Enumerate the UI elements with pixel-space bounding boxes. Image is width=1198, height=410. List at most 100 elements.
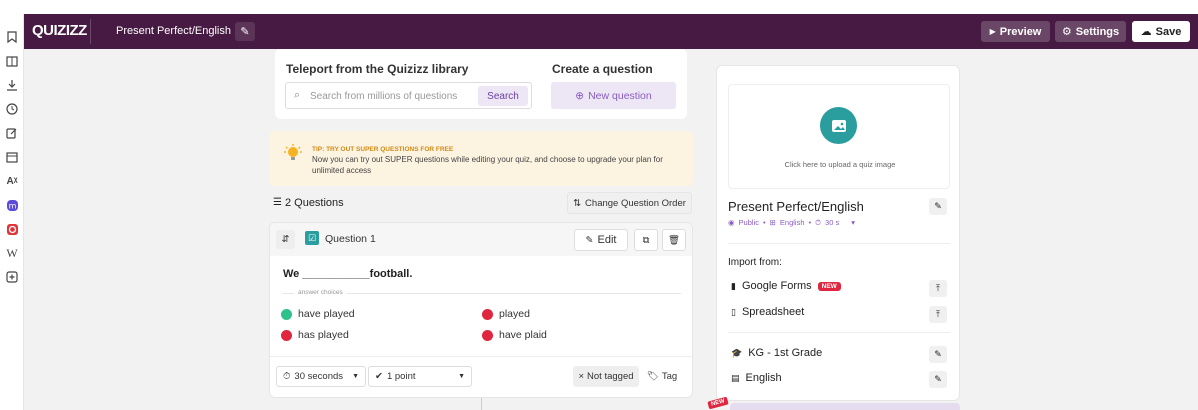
eye-icon: ◉ bbox=[728, 218, 735, 227]
meta-time: 30 s bbox=[825, 218, 840, 227]
upload-icon: ⤒ bbox=[936, 309, 940, 319]
question-text: We ___________football. bbox=[283, 268, 413, 280]
meta-public: Public bbox=[738, 218, 759, 227]
questions-count-label: 2 Questions bbox=[284, 197, 344, 209]
quiz-image-upload[interactable]: Click here to upload a quiz image bbox=[728, 84, 950, 189]
settings-label: Settings bbox=[1075, 25, 1120, 38]
pencil-icon: ✎ bbox=[934, 201, 942, 211]
translate-icon[interactable]: Aᵡ bbox=[3, 172, 21, 190]
library-search-input[interactable]: ⌕ Search from millions of questions Sear… bbox=[285, 82, 532, 109]
library-icon[interactable] bbox=[3, 52, 21, 70]
question-label: Question 1 bbox=[325, 233, 376, 245]
next-panel-peek bbox=[730, 403, 960, 410]
create-heading: Create a question bbox=[552, 62, 653, 76]
edit-icon[interactable] bbox=[3, 124, 21, 142]
correct-dot bbox=[281, 308, 292, 320]
edit-subject-button[interactable]: ✎ bbox=[929, 371, 947, 388]
super-questions-tip: TIP: TRY OUT SUPER QUESTIONS FOR FREE No… bbox=[269, 131, 693, 186]
not-tagged-label: Not tagged bbox=[587, 371, 634, 382]
svg-text:m: m bbox=[8, 201, 16, 210]
google-forms-icon: ▮ bbox=[731, 280, 736, 291]
delete-button[interactable]: 🗑 bbox=[662, 229, 686, 251]
edit-grade-button[interactable]: ✎ bbox=[929, 346, 947, 363]
import-google-forms[interactable]: ▮ Google Forms NEW bbox=[731, 280, 947, 292]
choice-text: have plaid bbox=[499, 329, 547, 341]
quizizz-logo[interactable]: QUIZIZZ bbox=[32, 22, 87, 39]
edit-title-button[interactable]: ✎ bbox=[235, 22, 255, 41]
spreadsheet-upload-button[interactable]: ⤒ bbox=[929, 306, 947, 323]
tip-body: Now you can try out SUPER questions whil… bbox=[312, 155, 663, 175]
vivaldi-icon[interactable] bbox=[3, 220, 21, 238]
drag-handle[interactable]: ⇵ bbox=[276, 230, 295, 249]
answer-choice: played bbox=[482, 308, 530, 320]
import-spreadsheet[interactable]: ▯ Spreadsheet bbox=[731, 306, 947, 318]
edit-question-button[interactable]: ✎ Edit bbox=[574, 229, 628, 251]
time-label: 30 seconds bbox=[294, 371, 344, 382]
checkbox-type-icon: ☑ bbox=[305, 231, 319, 245]
close-icon: × bbox=[578, 371, 585, 382]
spreadsheet-icon: ▯ bbox=[731, 306, 736, 317]
google-forms-upload-button[interactable]: ⤒ bbox=[929, 280, 947, 297]
add-box-icon[interactable] bbox=[3, 268, 21, 286]
download-icon[interactable] bbox=[3, 76, 21, 94]
tag-button[interactable]: 🏷 Tag bbox=[640, 366, 684, 387]
grade-row[interactable]: 🎓 KG - 1st Grade bbox=[731, 347, 947, 359]
trash-icon: 🗑 bbox=[667, 234, 681, 246]
play-icon: ▶ bbox=[989, 27, 996, 36]
settings-button[interactable]: ⚙ Settings bbox=[1055, 21, 1126, 42]
edit-quiz-name-button[interactable]: ✎ bbox=[929, 198, 947, 215]
meta-separator: • bbox=[762, 218, 766, 227]
mastodon-icon[interactable]: m bbox=[3, 196, 21, 214]
grade-label: KG - 1st Grade bbox=[748, 347, 823, 359]
new-badge-bottom: NEW bbox=[707, 396, 729, 410]
browser-top-strip bbox=[0, 0, 1198, 14]
editor-header: QUIZIZZ Present Perfect/English ✎ ▶ Previ… bbox=[24, 14, 1198, 49]
history-icon[interactable] bbox=[3, 100, 21, 118]
incorrect-dot bbox=[281, 329, 292, 341]
drag-icon: ⇵ bbox=[281, 234, 290, 245]
search-placeholder: Search from millions of questions bbox=[310, 91, 458, 102]
quiz-details-panel: Click here to upload a quiz image Presen… bbox=[716, 65, 960, 401]
subject-row[interactable]: ▤ English bbox=[731, 372, 947, 384]
book-icon: ▤ bbox=[731, 372, 740, 383]
pencil-icon: ✎ bbox=[240, 26, 250, 38]
save-button[interactable]: ☁ Save bbox=[1132, 21, 1190, 42]
not-tagged-button[interactable]: × Not tagged bbox=[573, 366, 639, 387]
save-label: Save bbox=[1155, 25, 1182, 38]
upload-icon: ⤒ bbox=[936, 283, 940, 293]
pencil-icon: ✎ bbox=[934, 349, 942, 359]
image-icon bbox=[820, 107, 857, 144]
preview-label: Preview bbox=[999, 25, 1042, 38]
time-select[interactable]: ⏱ 30 seconds ▼ bbox=[276, 366, 366, 387]
upload-hint: Click here to upload a quiz image bbox=[784, 160, 896, 169]
cloud-upload-icon: ☁ bbox=[1140, 26, 1152, 38]
teleport-heading: Teleport from the Quizizz library bbox=[286, 62, 469, 76]
search-icon: ⌕ bbox=[294, 89, 301, 101]
quiz-title[interactable]: Present Perfect/English bbox=[116, 25, 231, 37]
bookmark-icon[interactable] bbox=[3, 28, 21, 46]
sort-icon: ⇅ bbox=[573, 197, 582, 209]
duplicate-button[interactable]: ⧉ bbox=[634, 229, 658, 251]
incorrect-dot bbox=[482, 308, 493, 320]
calendar-icon[interactable] bbox=[3, 148, 21, 166]
new-question-button[interactable]: ⊕ New question bbox=[551, 82, 676, 109]
points-select[interactable]: ✔ 1 point ▼ bbox=[368, 366, 472, 387]
change-order-button[interactable]: ⇅ Change Question Order bbox=[567, 192, 692, 214]
caret-down-icon: ▾ bbox=[851, 218, 855, 227]
footer-divider bbox=[270, 356, 692, 357]
search-button[interactable]: Search bbox=[478, 86, 528, 106]
timer-icon: ⏱ bbox=[283, 371, 291, 382]
add-question-card: Teleport from the Quizizz library ⌕ Sear… bbox=[275, 49, 687, 119]
graduation-cap-icon: 🎓 bbox=[731, 347, 743, 358]
wikipedia-icon[interactable]: W bbox=[3, 244, 21, 262]
tag-icon: 🏷 bbox=[646, 371, 659, 382]
quiz-meta[interactable]: ◉ Public • ⊞ English • ⏱ 30 s ▾ bbox=[728, 218, 855, 228]
divider bbox=[728, 243, 950, 244]
list-icon: ☰ bbox=[273, 197, 282, 208]
divider bbox=[728, 332, 950, 333]
preview-button[interactable]: ▶ Preview bbox=[981, 21, 1050, 42]
answer-choice: has played bbox=[281, 329, 349, 341]
connector-line bbox=[481, 398, 482, 410]
meta-separator: • bbox=[808, 218, 812, 227]
points-label: 1 point bbox=[386, 371, 416, 382]
